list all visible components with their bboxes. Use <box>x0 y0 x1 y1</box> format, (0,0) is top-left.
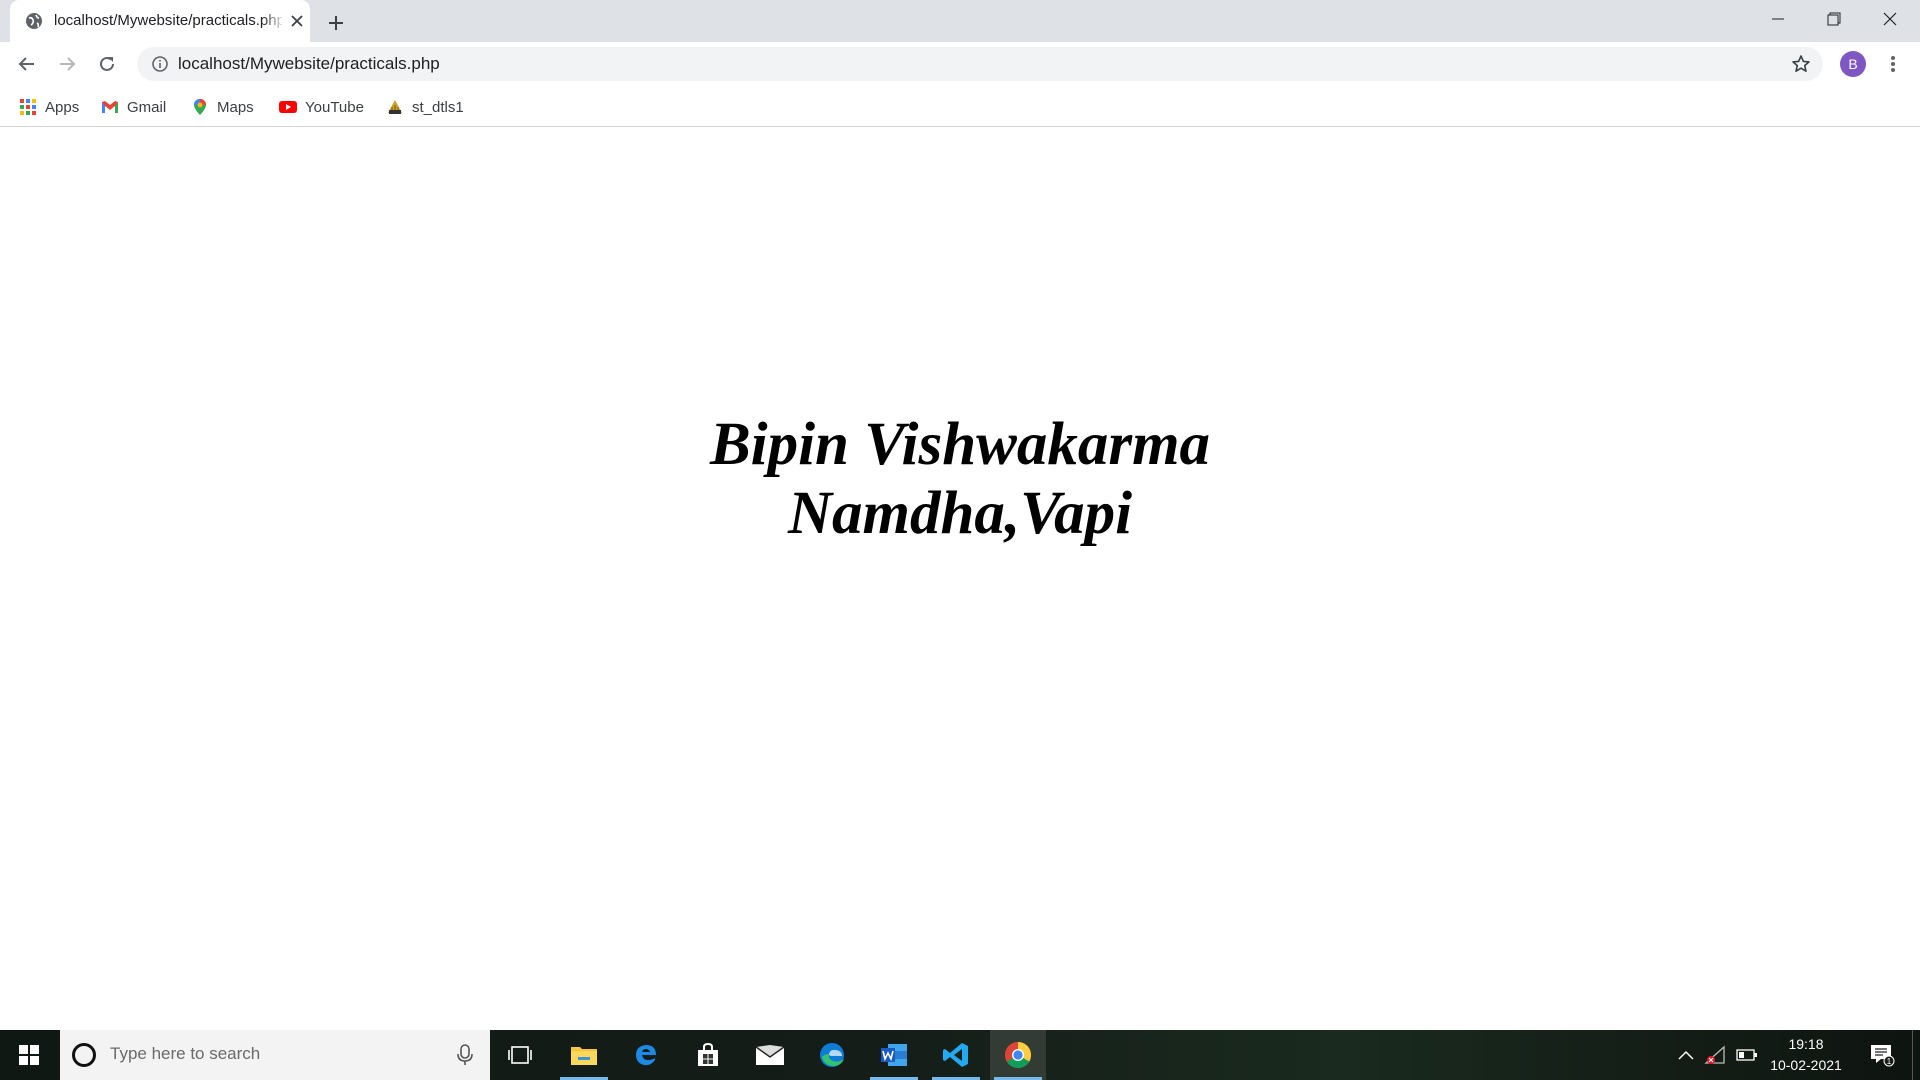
show-desktop-button[interactable] <box>1912 1030 1913 1080</box>
profile-avatar[interactable]: B <box>1840 51 1866 77</box>
show-hidden-icons-chevron-icon[interactable] <box>1674 1043 1698 1067</box>
address-bar[interactable]: localhost/Mywebsite/practicals.php <box>137 47 1823 81</box>
page-heading: Bipin Vishwakarma Namdha,Vapi <box>0 410 1920 548</box>
chrome-icon <box>1004 1041 1032 1069</box>
store-bag-icon <box>698 1042 718 1066</box>
bookmark-st-dtls1[interactable]: st_dtls1 <box>386 94 464 120</box>
edge-legacy-icon <box>636 1045 656 1066</box>
mail-button[interactable] <box>742 1030 798 1080</box>
chrome-button[interactable] <box>990 1030 1046 1080</box>
start-button[interactable] <box>0 1030 58 1080</box>
new-tab-button[interactable] <box>322 9 350 37</box>
globe-icon <box>26 13 42 29</box>
page-viewport: Bipin Vishwakarma Namdha,Vapi <box>0 128 1920 1030</box>
bookmark-youtube[interactable]: YouTube <box>279 94 364 120</box>
word-button[interactable] <box>866 1030 922 1080</box>
browser-toolbar: localhost/Mywebsite/practicals.php B <box>0 42 1920 86</box>
windows-logo-icon <box>19 1045 39 1065</box>
taskbar: Type here to search 19:18 10-02-2021 1 <box>0 1030 1920 1080</box>
vscode-icon <box>943 1043 968 1067</box>
search-placeholder: Type here to search <box>110 1044 261 1063</box>
forward-button[interactable] <box>52 49 82 79</box>
close-window-button[interactable] <box>1862 0 1918 38</box>
browser-titlebar: localhost/Mywebsite/practicals.php <box>0 0 1920 42</box>
youtube-icon <box>279 101 297 113</box>
bookmark-maps[interactable]: Maps <box>191 94 254 120</box>
clock-date: 10-02-2021 <box>1770 1057 1842 1073</box>
tab-close-icon[interactable] <box>287 11 307 31</box>
edge-legacy-button[interactable] <box>618 1030 674 1080</box>
minimize-button[interactable] <box>1750 0 1806 38</box>
reload-button[interactable] <box>92 49 122 79</box>
apps-grid-icon <box>20 99 36 115</box>
notification-count: 1 <box>1887 1057 1892 1066</box>
action-center-icon[interactable]: 1 <box>1868 1043 1896 1067</box>
taskbar-search[interactable]: Type here to search <box>60 1030 490 1080</box>
url-text[interactable]: localhost/Mywebsite/practicals.php <box>178 54 440 74</box>
menu-dots-icon[interactable] <box>1880 51 1906 77</box>
edge-button[interactable] <box>804 1030 860 1080</box>
info-icon[interactable] <box>151 55 169 73</box>
bookmarks-bar: Apps Gmail Maps YouTube st_dtls1 <box>0 86 1920 127</box>
word-icon <box>881 1044 907 1066</box>
file-explorer-button[interactable] <box>556 1030 612 1080</box>
site-favicon-icon <box>388 100 402 114</box>
reload-icon <box>100 56 114 71</box>
bookmark-apps[interactable]: Apps <box>19 94 79 120</box>
bookmark-star-icon[interactable] <box>1791 54 1811 74</box>
clock-time: 19:18 <box>1788 1036 1824 1052</box>
heading-location: Namdha,Vapi <box>787 480 1133 547</box>
browser-tab[interactable]: localhost/Mywebsite/practicals.php <box>10 0 310 42</box>
heading-name: Bipin Vishwakarma <box>709 411 1211 478</box>
back-arrow-icon <box>18 57 34 71</box>
cortana-icon <box>72 1043 96 1067</box>
maps-pin-icon <box>194 99 206 115</box>
forward-arrow-icon <box>60 57 76 71</box>
back-button[interactable] <box>12 49 42 79</box>
network-disconnected-icon[interactable] <box>1703 1043 1727 1067</box>
gmail-icon <box>102 101 118 113</box>
microphone-icon[interactable] <box>455 1043 475 1067</box>
task-view-icon <box>508 1046 532 1064</box>
edge-icon <box>820 1043 844 1067</box>
restore-button[interactable] <box>1806 0 1862 38</box>
taskbar-clock[interactable]: 19:18 10-02-2021 <box>1756 1034 1856 1076</box>
task-view-button[interactable] <box>492 1030 548 1080</box>
mail-icon <box>755 1045 785 1065</box>
microsoft-store-button[interactable] <box>680 1030 736 1080</box>
bookmark-gmail[interactable]: Gmail <box>101 94 166 120</box>
tab-title: localhost/Mywebsite/practicals.php <box>54 12 282 29</box>
folder-icon <box>571 1047 597 1065</box>
vscode-button[interactable] <box>928 1030 984 1080</box>
